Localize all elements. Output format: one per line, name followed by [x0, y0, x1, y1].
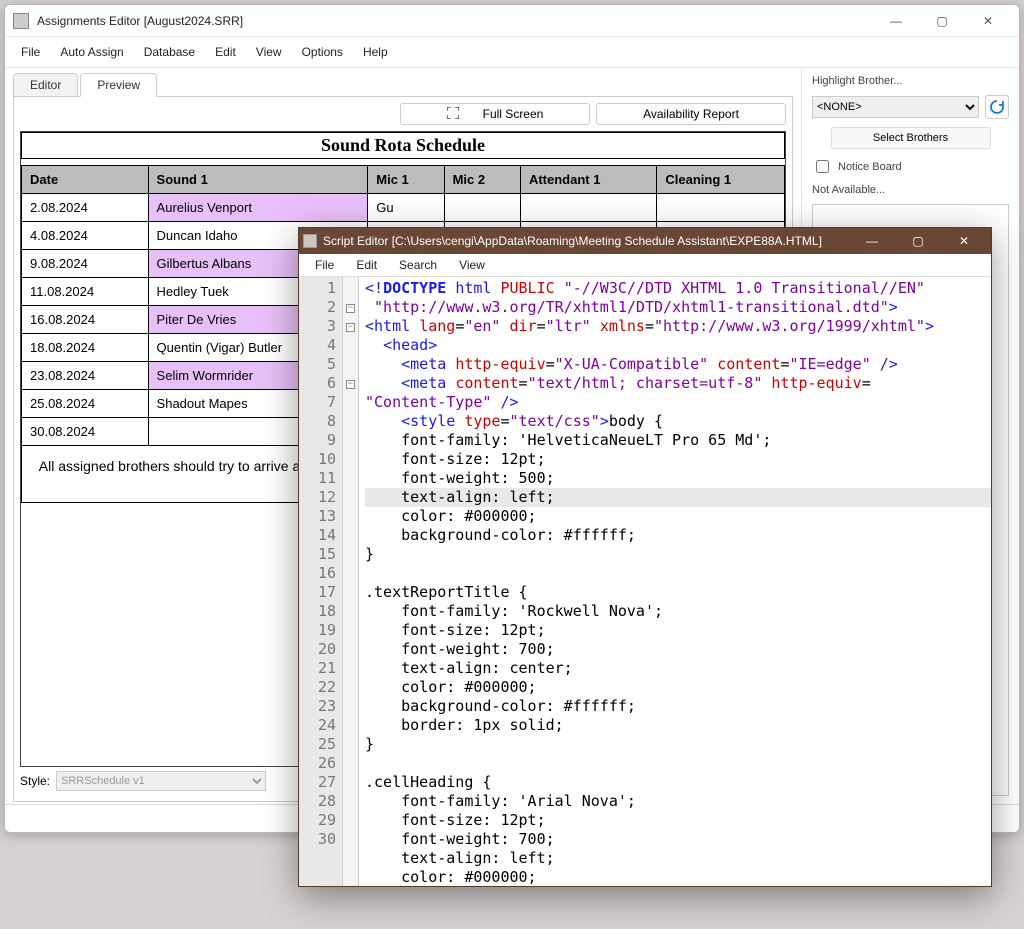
menu-auto-assign[interactable]: Auto Assign [52, 41, 131, 63]
style-select[interactable]: SRRSchedule v1 [56, 771, 266, 791]
editor-titlebar: Script Editor [C:\Users\cengi\AppData\Ro… [299, 228, 991, 254]
main-tabs: Editor Preview [13, 73, 793, 97]
app-icon [13, 13, 29, 29]
editor-menubar: File Edit Search View [299, 254, 991, 277]
fullscreen-icon [447, 107, 459, 122]
line-number-gutter: 1234567891011121314151617181920212223242… [299, 277, 343, 886]
column-header: Mic 2 [444, 166, 520, 194]
menu-options[interactable]: Options [294, 41, 351, 63]
editor-title: Script Editor [C:\Users\cengi\AppData\Ro… [323, 234, 849, 248]
menu-view[interactable]: View [248, 41, 290, 63]
tab-preview[interactable]: Preview [80, 73, 157, 97]
minimize-button[interactable]: — [873, 9, 919, 33]
highlight-brother-label: Highlight Brother... [812, 75, 1009, 87]
not-available-label: Not Available... [812, 184, 1009, 196]
full-screen-button[interactable]: Full Screen [400, 103, 590, 125]
column-header: Cleaning 1 [657, 166, 785, 194]
refresh-icon [989, 99, 1005, 115]
editor-menu-edit[interactable]: Edit [346, 256, 387, 274]
menu-file[interactable]: File [13, 41, 48, 63]
style-label: Style: [20, 774, 50, 788]
tab-editor[interactable]: Editor [13, 73, 78, 97]
report-title: Sound Rota Schedule [21, 132, 785, 159]
menu-help[interactable]: Help [355, 41, 396, 63]
editor-minimize-button[interactable]: — [849, 228, 895, 254]
maximize-button[interactable]: ▢ [919, 9, 965, 33]
notice-board-label: Notice Board [838, 161, 902, 173]
menu-database[interactable]: Database [136, 41, 203, 63]
column-header: Date [22, 166, 149, 194]
menu-edit[interactable]: Edit [207, 41, 244, 63]
main-menubar: File Auto Assign Database Edit View Opti… [5, 37, 1019, 68]
full-screen-label: Full Screen [483, 107, 544, 121]
column-header: Sound 1 [148, 166, 368, 194]
notice-board-checkbox[interactable] [816, 160, 829, 173]
main-title: Assignments Editor [August2024.SRR] [37, 14, 873, 28]
notice-board-row[interactable]: Notice Board [812, 157, 1009, 176]
code-text[interactable]: <!DOCTYPE html PUBLIC "-//W3C//DTD XHTML… [359, 277, 991, 886]
editor-close-button[interactable]: ✕ [941, 228, 987, 254]
highlight-brother-select[interactable]: <NONE> [812, 96, 979, 118]
column-header: Mic 1 [368, 166, 444, 194]
main-titlebar: Assignments Editor [August2024.SRR] — ▢ … [5, 5, 1019, 37]
availability-report-label: Availability Report [643, 107, 739, 121]
script-editor-window: Script Editor [C:\Users\cengi\AppData\Ro… [298, 227, 992, 887]
code-editor[interactable]: 1234567891011121314151617181920212223242… [299, 277, 991, 886]
editor-menu-file[interactable]: File [305, 256, 344, 274]
close-button[interactable]: ✕ [965, 9, 1011, 33]
editor-maximize-button[interactable]: ▢ [895, 228, 941, 254]
column-header: Attendant 1 [520, 166, 656, 194]
availability-report-button[interactable]: Availability Report [596, 103, 786, 125]
editor-app-icon [303, 234, 317, 248]
editor-menu-search[interactable]: Search [389, 256, 447, 274]
editor-menu-view[interactable]: View [449, 256, 495, 274]
table-row: 2.08.2024Aurelius VenportGu [22, 194, 785, 222]
fold-gutter[interactable]: −− − [343, 277, 359, 886]
refresh-button[interactable] [985, 95, 1009, 119]
select-brothers-button[interactable]: Select Brothers [831, 127, 991, 149]
